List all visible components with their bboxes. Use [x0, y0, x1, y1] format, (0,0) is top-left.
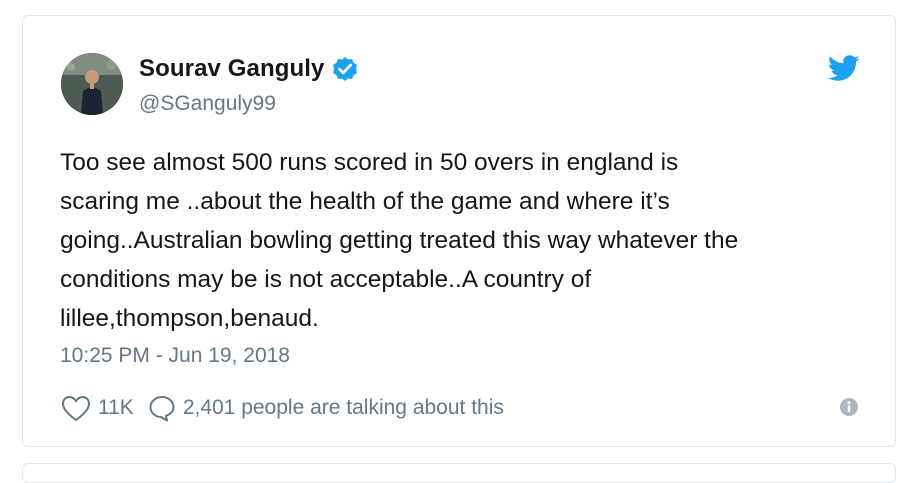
verified-badge-icon — [332, 56, 358, 82]
next-tweet-card — [22, 463, 896, 483]
tweet-text-line: Too see almost 500 runs scored in 50 ove… — [60, 149, 679, 176]
tweet-card: Sourav Ganguly @SGanguly99 Too see almos… — [22, 15, 896, 447]
heart-icon[interactable] — [61, 395, 91, 422]
tweet-actions: 11K 2,401 people are talking about this — [61, 394, 504, 422]
tweet-text-line: conditions may be is not acceptable..A c… — [60, 266, 592, 293]
avatar[interactable] — [61, 53, 123, 115]
tweet-text: Too see almost 500 runs scored in 50 ove… — [60, 143, 860, 338]
display-name[interactable]: Sourav Ganguly — [139, 55, 324, 83]
info-icon[interactable] — [839, 397, 859, 417]
tweet-text-line: scaring me ..about the health of the gam… — [60, 188, 670, 215]
user-handle[interactable]: @SGanguly99 — [139, 92, 276, 116]
talking-count-link[interactable]: 2,401 people are talking about this — [183, 396, 504, 420]
tweet-text-line: lillee,thompson,benaud. — [60, 305, 319, 332]
twitter-bird-icon[interactable] — [827, 55, 860, 82]
tweet-text-line: going..Australian bowling getting treate… — [60, 227, 739, 254]
like-count[interactable]: 11K — [98, 396, 134, 420]
tweet-timestamp[interactable]: 10:25 PM - Jun 19, 2018 — [60, 344, 290, 368]
reply-bubble-icon[interactable] — [148, 394, 176, 422]
